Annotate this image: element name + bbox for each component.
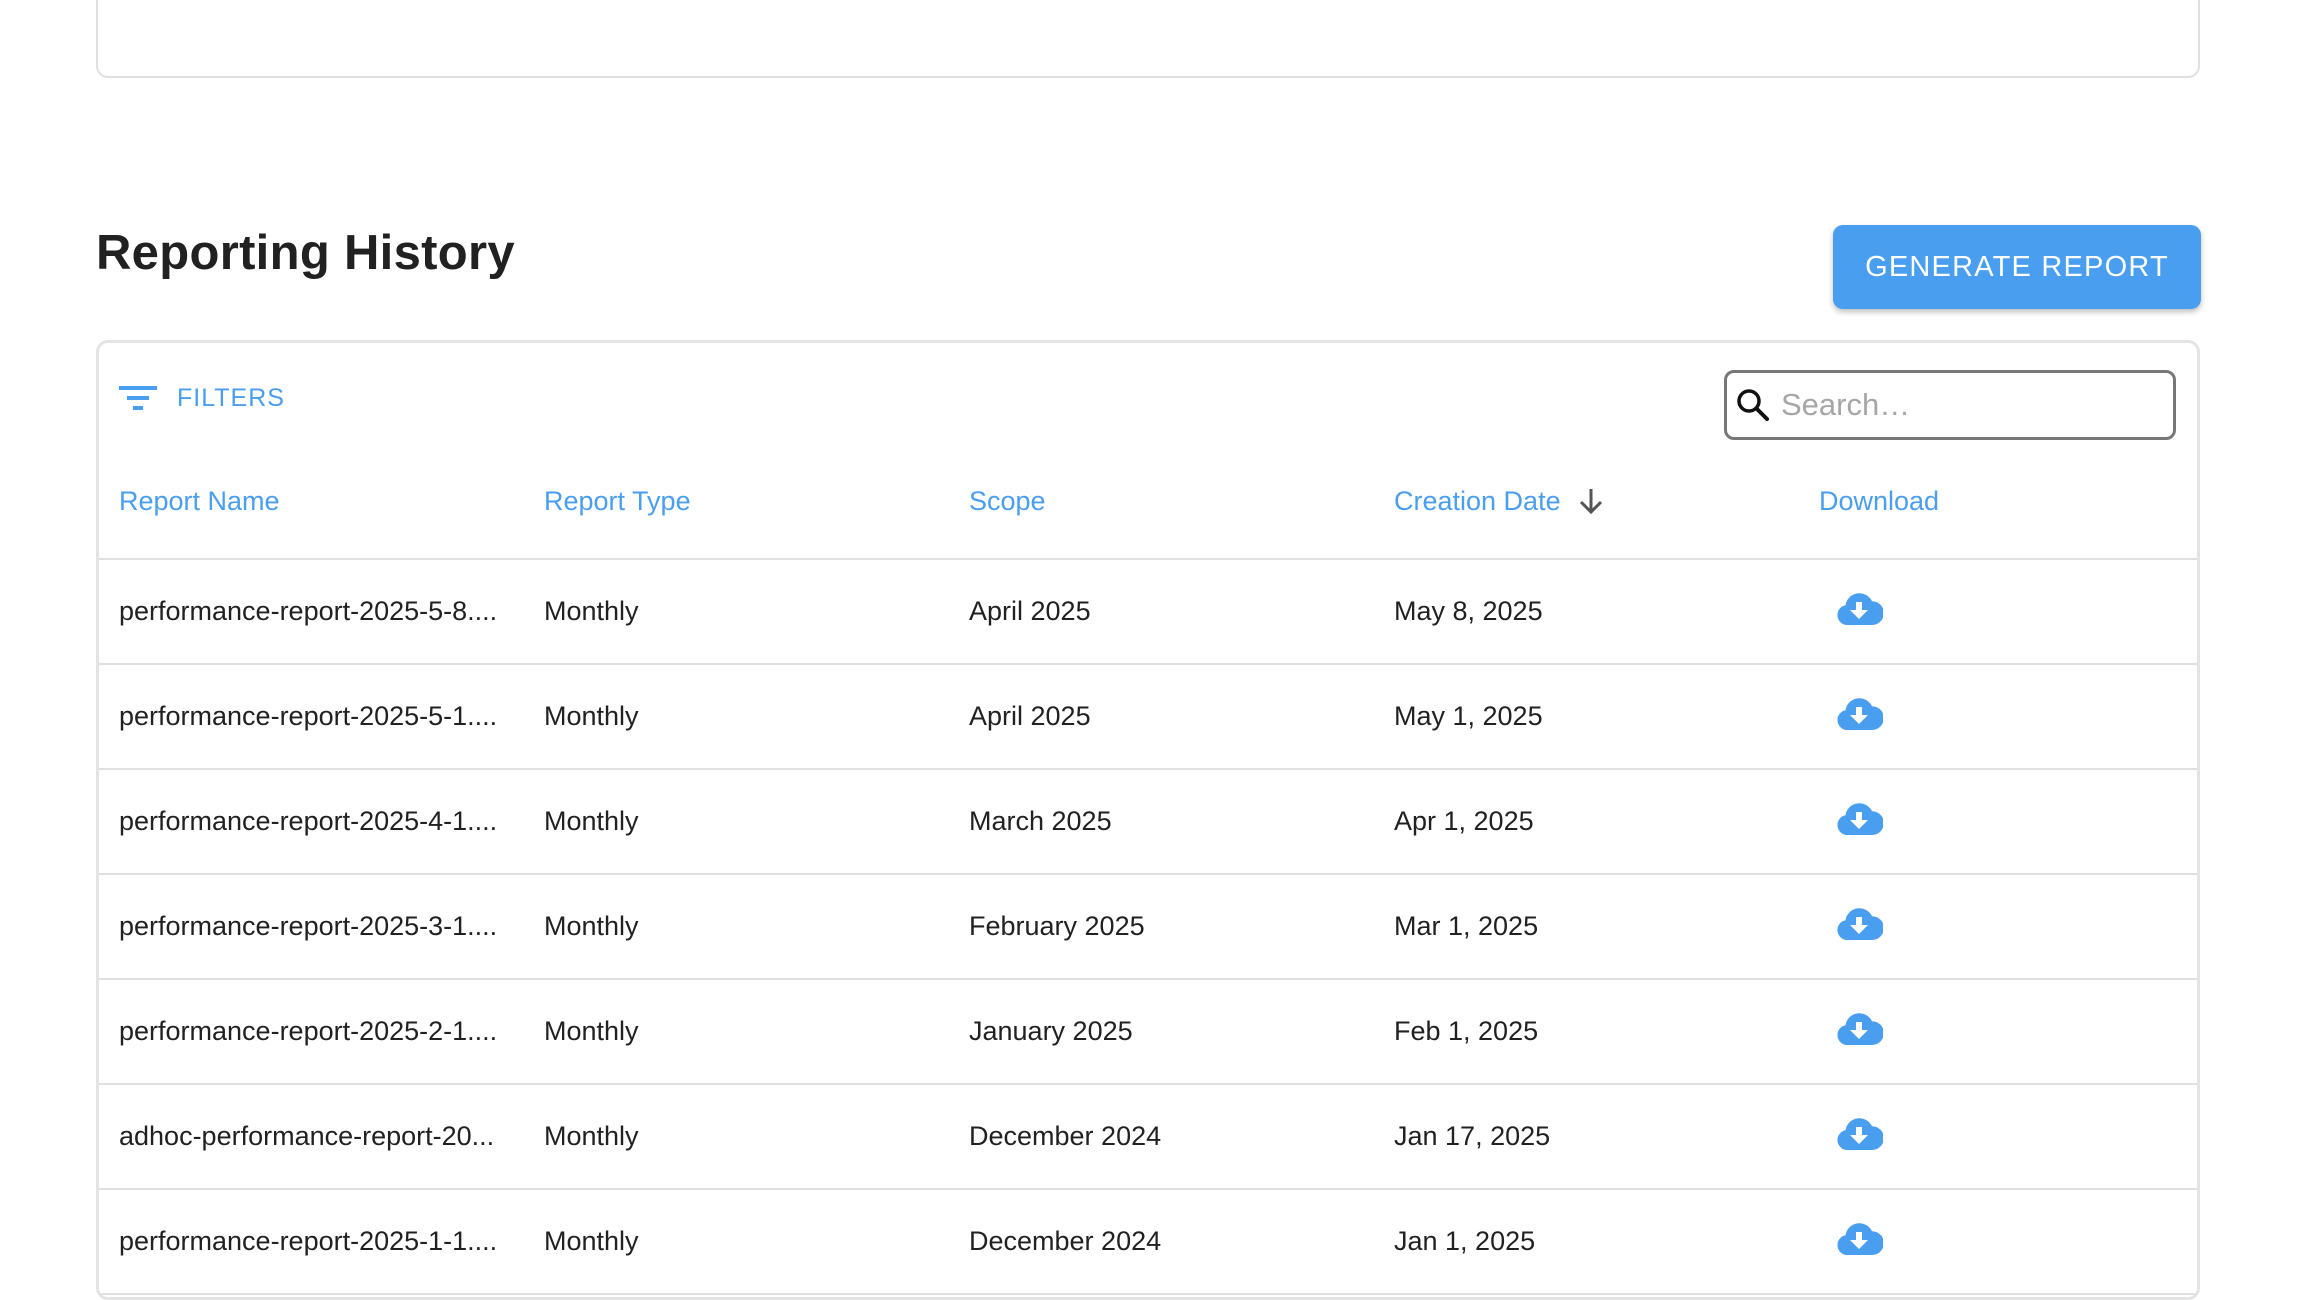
cloud-download-icon[interactable] <box>1835 1114 1883 1154</box>
report-name-cell: performance-report-2025-2-1.... <box>119 1016 498 1046</box>
filters-button[interactable]: FILTERS <box>119 383 285 413</box>
column-header-download[interactable]: Download <box>1819 461 1939 558</box>
reporting-history-table: FILTERS Report Name Report Type Scope Cr… <box>96 340 2200 1300</box>
top-card <box>96 0 2200 78</box>
report-name-cell: performance-report-2025-4-1.... <box>119 806 498 836</box>
scope-cell: February 2025 <box>969 911 1145 941</box>
report-type-cell: Monthly <box>544 596 639 626</box>
creation-date-cell: May 1, 2025 <box>1394 701 1543 731</box>
filters-label: FILTERS <box>177 383 285 412</box>
cloud-download-icon[interactable] <box>1835 694 1883 734</box>
creation-date-cell: May 8, 2025 <box>1394 596 1543 626</box>
column-header-report-type[interactable]: Report Type <box>544 461 691 558</box>
table-row[interactable]: performance-report-2025-5-8.... Monthly … <box>99 560 2197 665</box>
table-header: Report Name Report Type Scope Creation D… <box>99 461 2197 560</box>
cloud-download-icon[interactable] <box>1835 1219 1883 1259</box>
report-type-cell: Monthly <box>544 911 639 941</box>
column-header-creation-date-label: Creation Date <box>1394 486 1561 516</box>
search-field[interactable] <box>1724 370 2176 440</box>
table-body: performance-report-2025-5-8.... Monthly … <box>99 560 2197 1295</box>
column-header-report-name[interactable]: Report Name <box>119 461 509 558</box>
table-row[interactable]: performance-report-2025-3-1.... Monthly … <box>99 875 2197 980</box>
table-row[interactable]: performance-report-2025-5-1.... Monthly … <box>99 665 2197 770</box>
report-type-cell: Monthly <box>544 806 639 836</box>
scope-cell: April 2025 <box>969 701 1091 731</box>
cloud-download-icon[interactable] <box>1835 799 1883 839</box>
scope-cell: January 2025 <box>969 1016 1133 1046</box>
generate-report-button[interactable]: GENERATE REPORT <box>1833 225 2201 309</box>
creation-date-cell: Jan 17, 2025 <box>1394 1121 1551 1151</box>
table-row[interactable]: performance-report-2025-4-1.... Monthly … <box>99 770 2197 875</box>
scope-cell: December 2024 <box>969 1121 1162 1151</box>
creation-date-cell: Jan 1, 2025 <box>1394 1226 1536 1256</box>
report-type-cell: Monthly <box>544 701 639 731</box>
search-input[interactable] <box>1779 386 2163 424</box>
search-icon <box>1737 389 1769 421</box>
table-row[interactable]: performance-report-2025-2-1.... Monthly … <box>99 980 2197 1085</box>
column-header-creation-date[interactable]: Creation Date <box>1394 461 1605 558</box>
filter-list-icon <box>119 386 157 410</box>
report-name-cell: performance-report-2025-5-8.... <box>119 596 498 626</box>
table-row[interactable]: performance-report-2025-1-1.... Monthly … <box>99 1190 2197 1295</box>
cloud-download-icon[interactable] <box>1835 1009 1883 1049</box>
column-header-scope[interactable]: Scope <box>969 461 1046 558</box>
cloud-download-icon[interactable] <box>1835 904 1883 944</box>
report-type-cell: Monthly <box>544 1226 639 1256</box>
scope-cell: April 2025 <box>969 596 1091 626</box>
creation-date-cell: Apr 1, 2025 <box>1394 806 1534 836</box>
cloud-download-icon[interactable] <box>1835 589 1883 629</box>
report-name-cell: performance-report-2025-3-1.... <box>119 911 498 941</box>
report-type-cell: Monthly <box>544 1121 639 1151</box>
creation-date-cell: Mar 1, 2025 <box>1394 911 1539 941</box>
table-row[interactable]: adhoc-performance-report-20... Monthly D… <box>99 1085 2197 1190</box>
report-type-cell: Monthly <box>544 1016 639 1046</box>
creation-date-cell: Feb 1, 2025 <box>1394 1016 1539 1046</box>
arrow-down-icon[interactable] <box>1577 486 1605 516</box>
scope-cell: March 2025 <box>969 806 1112 836</box>
table-toolbar: FILTERS <box>99 343 2197 461</box>
report-name-cell: adhoc-performance-report-20... <box>119 1121 495 1151</box>
report-name-cell: performance-report-2025-1-1.... <box>119 1226 498 1256</box>
scope-cell: December 2024 <box>969 1226 1162 1256</box>
page-title: Reporting History <box>96 226 515 280</box>
report-name-cell: performance-report-2025-5-1.... <box>119 701 498 731</box>
